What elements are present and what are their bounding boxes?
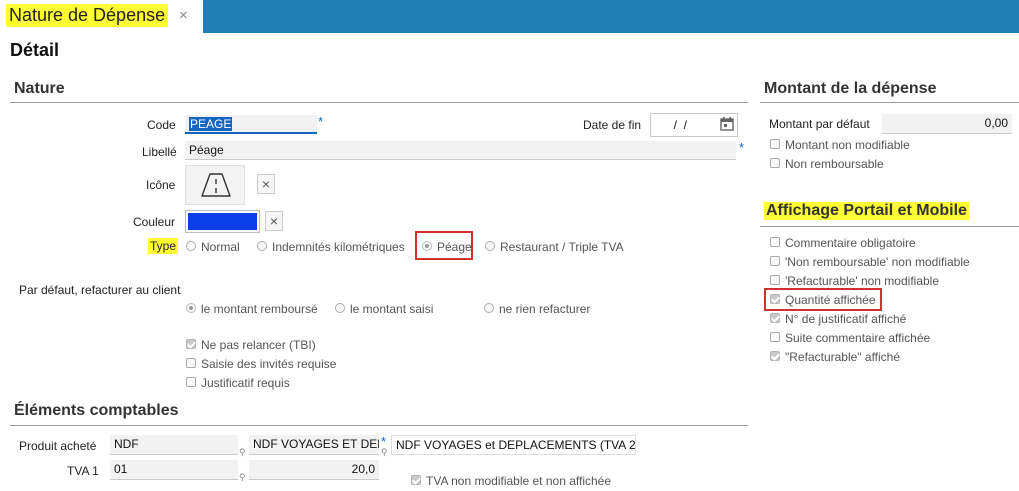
divider [760, 102, 1019, 103]
refacturer-option-label: le montant saisi [350, 302, 434, 316]
section-title-portail: Affichage Portail et Mobile [764, 202, 969, 220]
required-marker: * [739, 140, 745, 155]
checkbox-label: 'Refacturable' non modifiable [785, 274, 940, 288]
refacturer-label: Par défaut, refacturer au client [19, 283, 181, 297]
checkbox-label: Ne pas relancer (TBI) [201, 338, 316, 352]
produit-code-input[interactable]: NDF [110, 435, 238, 455]
checkbox-ne-pas-relancer[interactable] [186, 339, 196, 349]
page-title: Détail [10, 40, 60, 60]
location-pin-icon[interactable]: ⚲ [381, 447, 388, 458]
section-title-montant: Montant de la dépense [764, 80, 937, 97]
checkbox-justificatif[interactable] [186, 377, 196, 387]
libelle-input[interactable]: Péage [185, 141, 736, 160]
checkbox-label: Montant non modifiable [785, 138, 910, 152]
date-fin-value: / / [667, 118, 688, 132]
tva-rate-input[interactable]: 20,0 [249, 460, 379, 480]
type-option-label: Péage [437, 240, 472, 254]
location-pin-icon[interactable]: ⚲ [239, 472, 246, 483]
checkbox-label: "Refacturable" affiché [785, 350, 901, 364]
section-title-nature: Nature [14, 80, 65, 97]
type-radio-indemnites[interactable] [257, 241, 267, 251]
code-value: PEAGE [189, 117, 233, 131]
checkbox-label: TVA non modifiable et non affichée [426, 474, 612, 488]
date-fin-label: Date de fin [583, 118, 642, 132]
toll-road-icon [201, 173, 231, 197]
libelle-label: Libellé [142, 145, 177, 159]
type-option-label: Normal [201, 240, 240, 254]
checkbox-label: Quantité affichée [785, 293, 876, 307]
produit-short-input[interactable]: NDF VOYAGES ET DEPLA [249, 435, 379, 455]
checkbox-label: Saisie des invités requise [201, 357, 337, 371]
type-radio-restaurant[interactable] [485, 241, 495, 251]
calendar-icon[interactable] [720, 117, 734, 131]
color-swatch [188, 213, 257, 230]
refacturer-option-label: ne rien refacturer [499, 302, 591, 316]
type-option-label: Restaurant / Triple TVA [500, 240, 624, 254]
checkbox-montant-non-modifiable[interactable] [770, 139, 780, 149]
refacturer-radio-rien[interactable] [484, 303, 494, 313]
checkbox-quantite-affichee[interactable] [770, 294, 780, 304]
checkbox-non-remboursable-non-modifiable[interactable] [770, 256, 780, 266]
type-option-label: Indemnités kilométriques [272, 240, 405, 254]
checkbox-refacturable-affiche[interactable] [770, 351, 780, 361]
refacturer-radio-saisi[interactable] [335, 303, 345, 313]
checkbox-justificatif-affiche[interactable] [770, 313, 780, 323]
checkbox-label: Commentaire obligatoire [785, 236, 916, 250]
divider [10, 102, 748, 103]
close-icon[interactable]: × [179, 7, 188, 24]
checkbox-saisie-invites[interactable] [186, 358, 196, 368]
refacturer-option-label: le montant remboursé [201, 302, 318, 316]
type-radio-normal[interactable] [186, 241, 196, 251]
montant-defaut-input[interactable]: 0,00 [882, 114, 1012, 134]
required-marker: * [318, 114, 324, 129]
divider [760, 226, 1019, 227]
type-label: Type [148, 238, 179, 254]
checkbox-commentaire-obligatoire[interactable] [770, 237, 780, 247]
checkbox-label: N° de justificatif affiché [785, 312, 907, 326]
checkbox-label: Non remboursable [785, 157, 884, 171]
clear-color-button[interactable]: × [265, 211, 283, 231]
type-radio-peage[interactable] [422, 241, 432, 251]
icon-picker[interactable] [185, 165, 245, 205]
clear-icon-button[interactable]: × [257, 174, 275, 194]
checkbox-tva-non-modifiable[interactable] [411, 475, 421, 485]
checkbox-suite-commentaire[interactable] [770, 332, 780, 342]
location-pin-icon[interactable]: ⚲ [239, 447, 246, 458]
icone-label: Icône [146, 178, 176, 192]
tab-nature-de-depense[interactable]: Nature de Dépense × [0, 0, 203, 33]
montant-defaut-label: Montant par défaut [769, 117, 870, 131]
tva-label: TVA 1 [67, 464, 99, 478]
color-picker[interactable] [185, 210, 260, 233]
checkbox-label: Justificatif requis [201, 376, 290, 390]
checkbox-label: Suite commentaire affichée [785, 331, 931, 345]
tab-title: Nature de Dépense [6, 4, 169, 27]
couleur-label: Couleur [133, 215, 176, 229]
checkbox-refacturable-non-modifiable[interactable] [770, 275, 780, 285]
produit-long-input[interactable]: NDF VOYAGES et DEPLACEMENTS (TVA 20%) [391, 435, 636, 455]
section-title-comptables: Éléments comptables [14, 402, 179, 419]
checkbox-label: 'Non remboursable' non modifiable [785, 255, 970, 269]
code-input[interactable]: PEAGE [185, 115, 317, 134]
divider [10, 425, 748, 426]
produit-label: Produit acheté [19, 439, 97, 453]
code-label: Code [147, 118, 176, 132]
checkbox-non-remboursable[interactable] [770, 158, 780, 168]
tva-code-input[interactable]: 01 [110, 460, 238, 480]
refacturer-radio-rembourse[interactable] [186, 303, 196, 313]
